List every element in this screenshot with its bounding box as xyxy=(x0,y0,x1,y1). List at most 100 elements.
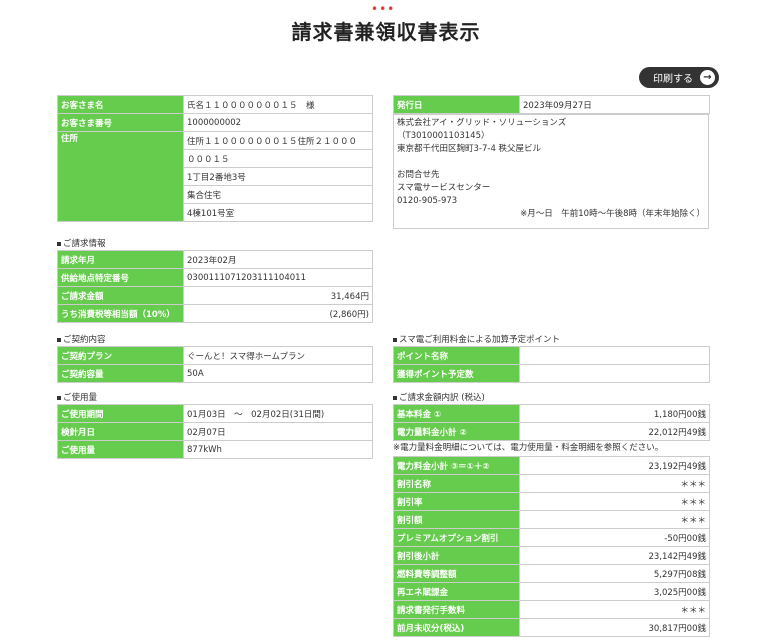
table-row: お客さま名 氏名１１０００００００１５ 様 xyxy=(57,95,373,114)
issuer-registration-number: （T3010001103145） xyxy=(397,131,490,141)
breakdown-note: ※電力量料金明細については、電力使用量・料金明細を参照ください。 xyxy=(393,443,664,453)
breakdown-value: 30,817円00銭 xyxy=(519,618,710,637)
billing-value: 31,464円 xyxy=(183,286,373,305)
billing-table: 請求年月 2023年02月 供給地点特定番号 0300111071203111104… xyxy=(57,250,373,323)
breakdown-table-b: 電力料金小計 ③＝①＋② 23,192円49銭 割引名称 ＊＊＊ 割引率 ＊＊＊ 割引… xyxy=(393,456,710,637)
table-row: 基本料金 ① 1,180円00銭 xyxy=(393,404,710,423)
table-row: うち消費税等相当額（10%） (2,860円) xyxy=(57,304,373,323)
billing-label: ご請求金額 xyxy=(57,286,184,305)
table-row: 前月未収分(税込) 30,817円00銭 xyxy=(393,618,710,637)
table-row: 割引率 ＊＊＊ xyxy=(393,492,710,511)
customer-number-value: 1000000002 xyxy=(183,113,373,132)
customer-name-label: お客さま名 xyxy=(57,95,184,114)
contract-label: ご契約容量 xyxy=(57,364,184,383)
usage-table: ご使用期間 01月03日 ～ 02月02日(31日間) 検針月日 02月07日 ご使… xyxy=(57,404,373,459)
billing-heading-text: ご請求情報 xyxy=(63,239,106,249)
print-button[interactable]: 印刷する → xyxy=(639,67,719,88)
usage-value: 01月03日 ～ 02月02日(31日間) xyxy=(183,404,373,423)
table-row: 住所 住所１１０００００００１５住所２１０００ xyxy=(57,131,373,222)
contact-hours: ※月～日 午前10時～午後8時（年末年始除く） xyxy=(520,209,705,219)
billing-heading: ご請求情報 xyxy=(57,237,106,249)
issue-date-value: 2023年09月27日 xyxy=(519,95,710,114)
address-line: ０００１５ xyxy=(183,149,373,168)
table-row: 検針月日 02月07日 xyxy=(57,422,373,441)
bullet-square-icon xyxy=(57,395,61,400)
table-row: 獲得ポイント予定数 xyxy=(393,364,710,383)
breakdown-heading: ご請求金額内訳 (税込) xyxy=(393,391,485,403)
usage-label: ご使用量 xyxy=(57,440,184,459)
points-value xyxy=(519,364,710,383)
decorative-dots: ••• xyxy=(371,2,396,16)
breakdown-label: プレミアムオプション割引 xyxy=(393,528,520,547)
table-row: ポイント名称 xyxy=(393,346,710,365)
points-label: 獲得ポイント予定数 xyxy=(393,364,520,383)
table-row: ご契約容量 50A xyxy=(57,364,373,383)
table-row: 割引名称 ＊＊＊ xyxy=(393,474,710,493)
breakdown-value: 3,025円00銭 xyxy=(519,582,710,601)
breakdown-table-a: 基本料金 ① 1,180円00銭 電力量料金小計 ② 22,012円49銭 xyxy=(393,404,710,441)
address-label: 住所 xyxy=(57,131,184,222)
usage-value: 02月07日 xyxy=(183,422,373,441)
table-row: 燃料費等調整額 5,297円08銭 xyxy=(393,564,710,583)
breakdown-value: ＊＊＊ xyxy=(519,510,710,529)
usage-value: 877kWh xyxy=(183,440,373,459)
contract-value: ぐーんと！スマ得ホームプラン xyxy=(183,346,373,365)
page-title: 請求書兼領収書表示 xyxy=(291,20,481,44)
bullet-square-icon xyxy=(393,337,397,342)
points-label: ポイント名称 xyxy=(393,346,520,365)
table-row: 電力料金小計 ③＝①＋② 23,192円49銭 xyxy=(393,456,710,475)
usage-label: ご使用期間 xyxy=(57,404,184,423)
arrow-right-icon: → xyxy=(700,70,715,85)
issuer-company: 株式会社アイ・グリッド・ソリューションズ xyxy=(397,118,567,128)
contract-label: ご契約プラン xyxy=(57,346,184,365)
breakdown-value: ＊＊＊ xyxy=(519,492,710,511)
usage-heading: ご使用量 xyxy=(57,391,97,403)
contract-table: ご契約プラン ぐーんと！スマ得ホームプラン ご契約容量 50A xyxy=(57,346,373,383)
issue-date-table: 発行日 2023年09月27日 xyxy=(393,95,710,114)
issue-date-label: 発行日 xyxy=(393,95,520,114)
table-row: ご請求金額 31,464円 xyxy=(57,286,373,305)
address-line: 集合住宅 xyxy=(183,185,373,204)
bullet-square-icon xyxy=(57,241,61,246)
issuer-info-box: 株式会社アイ・グリッド・ソリューションズ （T3010001103145） 東京… xyxy=(393,114,709,229)
contract-heading: ご契約内容 xyxy=(57,333,106,345)
breakdown-label: 電力量料金小計 ② xyxy=(393,422,520,441)
breakdown-label: 再エネ賦課金 xyxy=(393,582,520,601)
print-button-label: 印刷する xyxy=(653,74,693,85)
table-row: プレミアムオプション割引 -50円00銭 xyxy=(393,528,710,547)
customer-number-label: お客さま番号 xyxy=(57,113,184,132)
table-row: ご使用期間 01月03日 ～ 02月02日(31日間) xyxy=(57,404,373,423)
breakdown-value: 5,297円08銭 xyxy=(519,564,710,583)
billing-label: うち消費税等相当額（10%） xyxy=(57,304,184,323)
billing-value: 2023年02月 xyxy=(183,250,373,269)
customer-table: お客さま名 氏名１１０００００００１５ 様 お客さま番号 1000000002 … xyxy=(57,95,373,222)
breakdown-value: -50円00銭 xyxy=(519,528,710,547)
issuer-address: 東京都千代田区麹町3-7-4 秩父屋ビル xyxy=(397,144,542,154)
usage-heading-text: ご使用量 xyxy=(63,393,98,403)
table-row: 供給地点特定番号 0300111071203111104011 xyxy=(57,268,373,287)
table-row: 割引後小計 23,142円49銭 xyxy=(393,546,710,565)
breakdown-label: 割引後小計 xyxy=(393,546,520,565)
breakdown-value: 1,180円00銭 xyxy=(519,404,710,423)
breakdown-value: ＊＊＊ xyxy=(519,600,710,619)
contract-heading-text: ご契約内容 xyxy=(63,335,106,345)
points-table: ポイント名称 獲得ポイント予定数 xyxy=(393,346,710,383)
billing-value: (2,860円) xyxy=(183,304,373,323)
table-row: 再エネ賦課金 3,025円00銭 xyxy=(393,582,710,601)
bullet-square-icon xyxy=(393,395,397,400)
breakdown-label: 電力料金小計 ③＝①＋② xyxy=(393,456,520,475)
billing-value: 0300111071203111104011 xyxy=(183,268,373,287)
breakdown-label: 割引額 xyxy=(393,510,520,529)
bullet-square-icon xyxy=(57,337,61,342)
breakdown-value: 23,142円49銭 xyxy=(519,546,710,565)
points-value xyxy=(519,346,710,365)
address-line: 住所１１０００００００１５住所２１０００ xyxy=(183,131,373,150)
usage-label: 検針月日 xyxy=(57,422,184,441)
contact-name: スマ電サービスセンター xyxy=(397,183,491,193)
table-row: 電力量料金小計 ② 22,012円49銭 xyxy=(393,422,710,441)
breakdown-label: 基本料金 ① xyxy=(393,404,520,423)
address-line: 1丁目2番地3号 xyxy=(183,167,373,186)
breakdown-value: 23,192円49銭 xyxy=(519,456,710,475)
table-row: ご使用量 877kWh xyxy=(57,440,373,459)
